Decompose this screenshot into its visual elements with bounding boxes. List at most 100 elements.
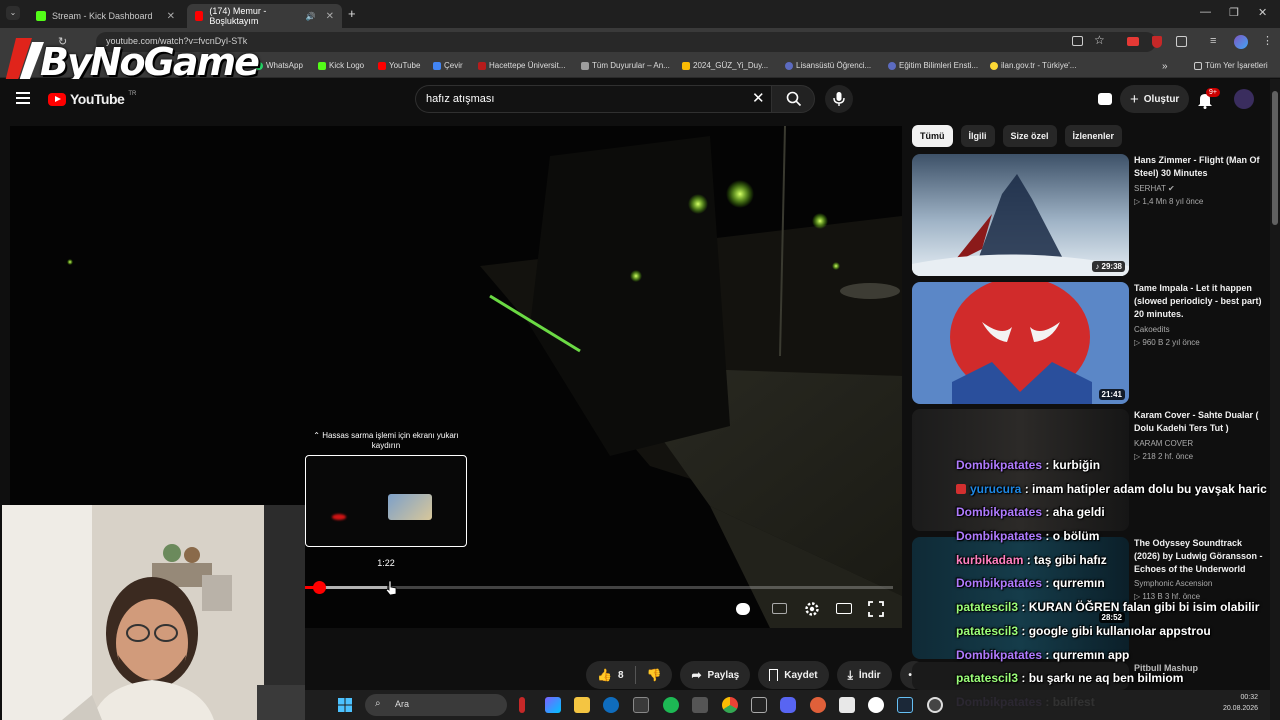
reading-list-icon[interactable]: ≡ xyxy=(1210,35,1216,47)
fullscreen-icon[interactable] xyxy=(867,600,885,618)
app-red-icon[interactable] xyxy=(519,697,525,713)
app-a-icon[interactable] xyxy=(839,697,855,713)
video-title[interactable]: Tame Impala - Let it happen (slowed peri… xyxy=(1134,282,1266,321)
microphone-icon xyxy=(833,92,845,106)
chat-text: google gibi kullanıolar appstrou xyxy=(1028,623,1211,638)
spotify-icon[interactable] xyxy=(663,697,679,713)
save-button[interactable]: Kaydet xyxy=(758,661,829,689)
hamburger-menu-icon[interactable] xyxy=(16,92,30,104)
install-app-icon[interactable] xyxy=(1072,36,1083,46)
epic-games-icon[interactable] xyxy=(751,697,767,713)
bookmark-star-icon[interactable]: ☆ xyxy=(1094,33,1105,47)
chat-text: qurremın xyxy=(1052,576,1105,591)
youtube-logo[interactable]: YouTube TR xyxy=(48,91,136,107)
bookmark-egitim-bilimleri[interactable]: Eğitim Bilimleri Ensti... xyxy=(888,61,978,70)
fine-scrub-hint: ⌃ Hassas sarma işlemi için ekranı yukarı… xyxy=(313,431,459,450)
recommendation-item[interactable]: ♪ 29:38 Hans Zimmer - Flight (Man Of Ste… xyxy=(912,154,1268,276)
new-tab-button[interactable]: + xyxy=(348,6,356,21)
extensions-puzzle-icon[interactable] xyxy=(1176,36,1187,47)
browser-tab-kick-dashboard[interactable]: Stream - Kick Dashboard ✕ xyxy=(28,4,183,28)
kick-extension-icon[interactable] xyxy=(1098,93,1112,105)
video-title[interactable]: Karam Cover - Sahte Dualar ( Dolu Kadehi… xyxy=(1134,409,1266,435)
chrome-icon[interactable] xyxy=(722,697,738,713)
subtitles-icon[interactable] xyxy=(772,603,787,614)
copilot-icon[interactable] xyxy=(545,697,561,713)
taskbar-search-label: Ara xyxy=(395,699,410,709)
tab-list-chevron-icon[interactable]: ⌄ xyxy=(6,6,20,20)
chatgpt-icon[interactable] xyxy=(868,697,884,713)
download-label: İndir xyxy=(858,669,881,681)
theater-mode-icon[interactable] xyxy=(836,603,852,614)
hacettepe-icon xyxy=(478,61,486,70)
extension-shield-icon[interactable] xyxy=(1152,36,1162,48)
system-clock[interactable]: 00:32 20.08.2026 xyxy=(1208,692,1258,714)
clear-search-icon[interactable]: ✕ xyxy=(752,89,765,107)
page-scrollbar[interactable] xyxy=(1270,79,1280,720)
more-bookmarks-chevron-icon[interactable]: » xyxy=(1162,61,1168,72)
preview-light xyxy=(332,514,346,520)
scrollbar-thumb[interactable] xyxy=(1272,91,1278,225)
like-button[interactable]: 👍 8 xyxy=(586,661,635,689)
browser-menu-icon[interactable]: ⋮ xyxy=(1262,34,1273,47)
bookmark-lisansustu[interactable]: Lisansüstü Öğrenci... xyxy=(785,61,871,70)
app-orange-icon[interactable] xyxy=(810,697,826,713)
preview-screen xyxy=(388,494,432,520)
dislike-button[interactable]: 👎 xyxy=(636,661,673,689)
chat-text: kurbiğin xyxy=(1052,458,1101,472)
chip-watched[interactable]: İzlenenler xyxy=(1064,125,1123,147)
recommendation-item[interactable]: 21:41 Tame Impala - Let it happen (slowe… xyxy=(912,282,1268,404)
maximize-icon[interactable]: ❐ xyxy=(1229,6,1239,19)
chip-all[interactable]: Tümü xyxy=(912,125,953,147)
youtube-icon xyxy=(378,61,386,70)
speaker-icon[interactable]: 🔊 xyxy=(306,12,316,21)
chip-for-you[interactable]: Size özel xyxy=(1002,125,1057,147)
app-dark-icon[interactable] xyxy=(692,697,708,713)
taskbar-search[interactable]: ⌕ Ara xyxy=(365,694,507,716)
channel-name[interactable]: Cakoedits xyxy=(1134,325,1170,334)
progress-hover-fill xyxy=(319,586,388,589)
chat-separator: : xyxy=(1018,600,1029,615)
bookmark-ilan-gov[interactable]: ilan.gov.tr - Türkiye'... xyxy=(990,61,1076,70)
app-circle-icon[interactable] xyxy=(927,697,943,713)
download-button[interactable]: ⤓ İndir xyxy=(836,661,892,689)
minimize-icon[interactable]: — xyxy=(1200,6,1211,18)
progress-scrubber[interactable] xyxy=(313,581,326,594)
chat-username: Dombikpatates xyxy=(956,576,1043,591)
voice-search-button[interactable] xyxy=(825,85,853,113)
seek-preview-thumbnail xyxy=(305,455,467,547)
bookmark-kick-logo[interactable]: Kick Logo xyxy=(318,61,364,70)
browser-tab-youtube[interactable]: (174) Memur - Boşluktayım 🔊 ✕ xyxy=(187,4,342,28)
channel-name[interactable]: KARAM COVER xyxy=(1134,439,1193,448)
bookmark-cevir[interactable]: Çevir xyxy=(433,61,463,70)
channel-name[interactable]: SERHAT ✔ xyxy=(1134,184,1175,193)
outlook-icon[interactable] xyxy=(603,697,619,713)
close-window-icon[interactable]: ✕ xyxy=(1258,6,1267,19)
profile-avatar-icon[interactable] xyxy=(1234,35,1248,49)
bookmark-whatsapp[interactable]: WhatsApp xyxy=(255,61,303,70)
account-avatar[interactable] xyxy=(1234,89,1254,109)
video-title[interactable]: Hans Zimmer - Flight (Man Of Steel) 30 M… xyxy=(1134,154,1266,180)
close-tab-icon[interactable]: ✕ xyxy=(326,11,334,22)
extension-red-icon[interactable] xyxy=(1127,37,1139,46)
store-icon[interactable] xyxy=(633,697,649,713)
share-button[interactable]: ➦ Paylaş xyxy=(680,661,751,689)
bookmark-tum-duyurular[interactable]: Tüm Duyurular – An... xyxy=(581,61,670,70)
chip-related[interactable]: İlgili xyxy=(960,125,995,147)
bookmark-hacettepe[interactable]: Hacettepe Üniversit... xyxy=(478,61,565,70)
file-explorer-icon[interactable] xyxy=(574,697,590,713)
search-button[interactable] xyxy=(771,85,815,113)
discord-icon[interactable] xyxy=(780,697,796,713)
close-tab-icon[interactable]: ✕ xyxy=(167,11,175,22)
steam-icon[interactable] xyxy=(897,697,913,713)
bookmark-youtube[interactable]: YouTube xyxy=(378,61,420,70)
all-bookmarks-folder[interactable]: Tüm Yer İşaretleri xyxy=(1194,61,1268,70)
autoplay-toggle[interactable] xyxy=(736,603,750,615)
create-button[interactable]: + Oluştur xyxy=(1120,85,1190,113)
search-input[interactable]: hafız atışması xyxy=(415,85,771,113)
verified-check-icon: ✔ xyxy=(1167,184,1175,193)
settings-gear-icon[interactable] xyxy=(803,600,821,618)
search-icon xyxy=(786,91,802,107)
share-label: Paylaş xyxy=(707,669,740,681)
bookmark-2024-guz[interactable]: 2024_GÜZ_Yi_Duy... xyxy=(682,61,768,70)
windows-start-icon[interactable] xyxy=(337,697,353,713)
